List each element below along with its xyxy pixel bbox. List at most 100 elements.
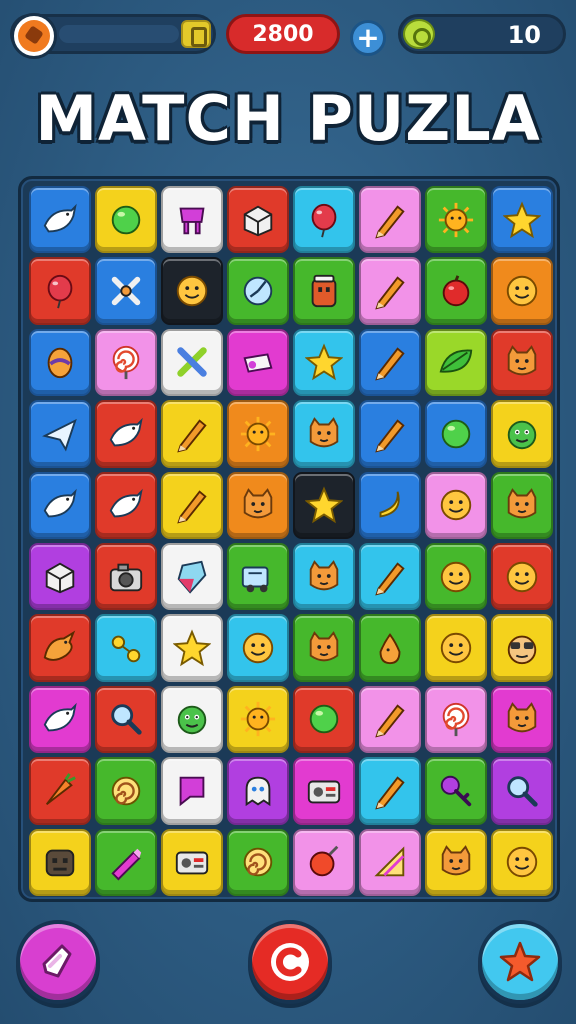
tile[interactable] <box>161 257 223 325</box>
moves-counter: 10 <box>398 14 566 54</box>
tile[interactable] <box>95 828 157 896</box>
tile[interactable] <box>161 400 223 468</box>
tile[interactable] <box>161 543 223 611</box>
box-icon <box>45 562 75 593</box>
hint-button[interactable] <box>16 920 100 1004</box>
add-coins-button[interactable]: + <box>350 20 386 56</box>
tile[interactable] <box>425 614 487 682</box>
tile[interactable] <box>293 543 355 611</box>
tile[interactable] <box>425 757 487 825</box>
tile[interactable] <box>29 400 91 468</box>
tile[interactable] <box>491 543 553 611</box>
tile[interactable] <box>227 614 289 682</box>
tile[interactable] <box>491 257 553 325</box>
tile[interactable] <box>491 757 553 825</box>
dots-icon <box>111 635 141 663</box>
tile[interactable] <box>359 471 421 539</box>
tile[interactable] <box>359 328 421 397</box>
tile[interactable] <box>293 614 355 682</box>
tile[interactable] <box>293 400 355 468</box>
pencil-icon <box>375 347 405 381</box>
dragon-icon <box>43 630 76 661</box>
tile[interactable] <box>425 471 487 539</box>
tile[interactable] <box>293 186 355 254</box>
tile[interactable] <box>95 257 157 325</box>
tile[interactable] <box>227 685 289 754</box>
tile[interactable] <box>95 543 157 611</box>
tile[interactable] <box>359 614 421 682</box>
tile[interactable] <box>293 257 355 325</box>
tile[interactable] <box>29 685 91 754</box>
tile[interactable] <box>29 828 91 896</box>
tile[interactable] <box>491 328 553 397</box>
star-button[interactable] <box>478 920 562 1004</box>
tile[interactable] <box>491 186 553 254</box>
tile[interactable] <box>359 685 421 754</box>
tile[interactable] <box>95 757 157 825</box>
tile[interactable] <box>227 828 289 896</box>
tile[interactable] <box>293 685 355 754</box>
tile[interactable] <box>293 828 355 896</box>
tile[interactable] <box>425 186 487 254</box>
tile[interactable] <box>227 186 289 254</box>
tile[interactable] <box>227 757 289 825</box>
tile[interactable] <box>29 543 91 611</box>
star-icon <box>503 201 541 238</box>
tile[interactable] <box>29 471 91 539</box>
tile[interactable] <box>161 757 223 825</box>
tile[interactable] <box>425 400 487 468</box>
bird-icon <box>43 203 77 233</box>
tile[interactable] <box>425 685 487 754</box>
tile[interactable] <box>359 186 421 254</box>
egg-icon <box>47 348 73 379</box>
tile[interactable] <box>95 614 157 682</box>
tile[interactable] <box>293 328 355 397</box>
tile[interactable] <box>161 186 223 254</box>
tile[interactable] <box>95 186 157 254</box>
tile[interactable] <box>491 614 553 682</box>
tile[interactable] <box>161 828 223 896</box>
tile[interactable] <box>491 828 553 896</box>
restart-button[interactable] <box>248 920 332 1004</box>
tile[interactable] <box>95 328 157 397</box>
tile[interactable] <box>95 471 157 539</box>
tile[interactable] <box>491 685 553 754</box>
gift-icon[interactable] <box>181 20 211 48</box>
ball-icon <box>309 705 339 734</box>
level-progress <box>10 13 216 59</box>
avatar[interactable] <box>11 13 57 59</box>
tile[interactable] <box>161 614 223 682</box>
tile[interactable] <box>425 543 487 611</box>
tile[interactable] <box>425 828 487 896</box>
tile[interactable] <box>227 257 289 325</box>
tile[interactable] <box>227 328 289 397</box>
camera-icon <box>109 563 143 591</box>
tile[interactable] <box>161 685 223 754</box>
tile[interactable] <box>227 400 289 468</box>
tile[interactable] <box>95 400 157 468</box>
tile[interactable] <box>161 328 223 397</box>
tile[interactable] <box>29 257 91 325</box>
tile[interactable] <box>293 757 355 825</box>
tile[interactable] <box>293 471 355 539</box>
tile[interactable] <box>425 257 487 325</box>
tile[interactable] <box>359 828 421 896</box>
tile[interactable] <box>95 685 157 754</box>
tile[interactable] <box>359 543 421 611</box>
tile[interactable] <box>227 543 289 611</box>
tile[interactable] <box>359 757 421 825</box>
tile[interactable] <box>161 471 223 539</box>
bird-icon <box>43 489 77 518</box>
tile[interactable] <box>491 400 553 468</box>
tile[interactable] <box>359 257 421 325</box>
star-icon <box>499 941 541 982</box>
tile[interactable] <box>227 471 289 539</box>
tile[interactable] <box>491 471 553 539</box>
tile[interactable] <box>29 757 91 825</box>
tile[interactable] <box>425 328 487 397</box>
sun-icon <box>438 202 474 237</box>
tile[interactable] <box>29 614 91 682</box>
tile[interactable] <box>29 186 91 254</box>
tile[interactable] <box>29 328 91 397</box>
tile[interactable] <box>359 400 421 468</box>
